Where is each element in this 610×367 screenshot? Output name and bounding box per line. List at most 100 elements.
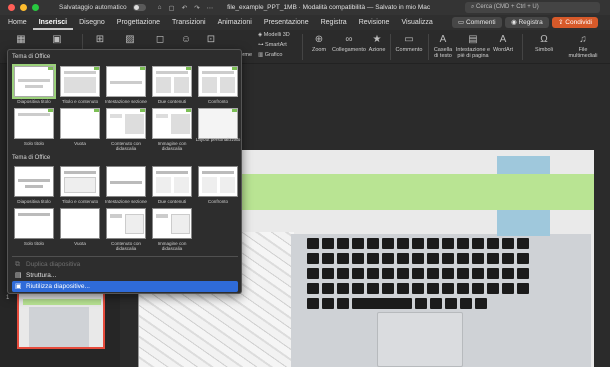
new-slide-icon: ▦: [16, 34, 26, 45]
layout-confronto[interactable]: [198, 166, 238, 197]
wordart-button[interactable]: A WordArt: [490, 34, 516, 53]
layout-personalizzato[interactable]: [198, 108, 238, 139]
tab-presentazione[interactable]: Presentazione: [258, 15, 315, 30]
autosave-toggle[interactable]: [132, 4, 146, 11]
symbols-button[interactable]: Ω Simboli: [530, 34, 558, 53]
table-button[interactable]: ⊞: [90, 34, 110, 47]
share-button[interactable]: ⇪ Condividi: [552, 17, 599, 28]
layout-label: Immagine con didascalia: [157, 241, 187, 251]
icons-icon: ☺: [180, 34, 192, 45]
home-icon[interactable]: ⌂: [158, 4, 162, 12]
layout-label: Due contenuti: [157, 199, 187, 204]
chart-button[interactable]: ▥ Grafico: [258, 52, 314, 58]
layout-label: Due contenuti: [157, 99, 187, 104]
slide-thumbnail[interactable]: [17, 291, 105, 349]
layout-label: Intestazione sezione: [105, 99, 147, 104]
action-button[interactable]: ★ Azione: [366, 34, 388, 53]
zoom-icon: ⊕: [314, 34, 324, 45]
tab-animazioni[interactable]: Animazioni: [212, 15, 258, 30]
layout-solo-titolo[interactable]: [14, 208, 54, 239]
keyboard-row: [307, 253, 529, 264]
models3d-button[interactable]: ◈ Modelli 3D: [258, 32, 314, 38]
menu-divider: [12, 256, 238, 257]
close-window-button[interactable]: [8, 4, 15, 11]
header-footer-button[interactable]: ▤ Intestazione e piè di pagina: [455, 34, 491, 59]
record-button[interactable]: ◉ Registra: [505, 17, 549, 28]
outline-item[interactable]: ▤ Struttura...: [12, 270, 238, 281]
link-icon: ∞: [345, 34, 353, 45]
chart-icon: ▥: [258, 52, 265, 58]
keyboard-row: [307, 268, 529, 279]
reuse-icon: ▣: [15, 283, 22, 290]
layout-solo-titolo[interactable]: [14, 108, 54, 139]
tab-home[interactable]: Home: [2, 15, 33, 30]
tab-visualizza[interactable]: Visualizza: [395, 15, 438, 30]
tab-revisione[interactable]: Revisione: [353, 15, 396, 30]
layout-titolo-contenuto[interactable]: [60, 166, 100, 197]
shapes-gallery-button[interactable]: ◻: [150, 34, 170, 47]
keyboard-row: [307, 283, 529, 294]
more-icon[interactable]: ⋯: [207, 4, 214, 12]
link-button[interactable]: ∞ Collegamento: [331, 34, 367, 53]
layout-immagine-didascalia[interactable]: [152, 108, 192, 139]
comments-button[interactable]: ▭ Commenti: [452, 17, 502, 28]
zoom-window-button[interactable]: [32, 4, 39, 11]
layout-label: Solo titolo: [23, 241, 45, 246]
layout-immagine-didascalia[interactable]: [152, 208, 192, 239]
save-icon[interactable]: ▢: [169, 4, 175, 12]
ribbon-tabs: Home Inserisci Disegno Progettazione Tra…: [0, 15, 610, 30]
autosave-label: Salvataggio automatico: [59, 4, 127, 11]
layout-label: Contenuto con didascalia: [111, 241, 141, 251]
layout-label: Immagine con didascalia: [157, 141, 187, 151]
layout-label: Layout personalizzato: [195, 137, 241, 142]
screenshot-button[interactable]: ⊡: [201, 34, 221, 47]
layout-label: Confronto: [207, 199, 229, 204]
layout-contenuto-didascalia[interactable]: [106, 208, 146, 239]
textbox-button[interactable]: A Casella di testo: [432, 34, 454, 59]
redo-icon[interactable]: ↷: [194, 4, 199, 12]
media-button[interactable]: ♫ File multimediali: [566, 34, 600, 59]
screenshot-icon: ⊡: [206, 34, 216, 45]
omega-icon: Ω: [540, 34, 548, 45]
tab-registra[interactable]: Registra: [315, 15, 353, 30]
layout-label: Solo titolo: [23, 141, 45, 146]
layout-label: Titolo e contenuto: [61, 99, 99, 104]
picture-icon: ▨: [125, 34, 135, 45]
layout-titolo-contenuto[interactable]: [60, 66, 100, 97]
layout-due-contenuti[interactable]: [152, 66, 192, 97]
layout-vuota[interactable]: [60, 208, 100, 239]
reuse-slides-item[interactable]: ▣ Riutilizza diapositive...: [12, 281, 238, 292]
comment-icon: ▭: [458, 19, 466, 26]
tab-progettazione[interactable]: Progettazione: [111, 15, 166, 30]
layout-contenuto-didascalia[interactable]: [106, 108, 146, 139]
speaker-icon: ♫: [579, 34, 587, 45]
comment-insert-button[interactable]: ▭ Commento: [394, 34, 424, 53]
tab-disegno[interactable]: Disegno: [73, 15, 111, 30]
tab-transizioni[interactable]: Transizioni: [166, 15, 212, 30]
layout-diapositiva-titolo[interactable]: [14, 166, 54, 197]
layout-label: Intestazione sezione: [105, 199, 147, 204]
layout-diapositiva-titolo[interactable]: [12, 64, 56, 99]
thumbnail-number: 1: [6, 295, 10, 301]
tab-inserisci[interactable]: Inserisci: [32, 15, 74, 30]
layout-intestazione-sezione[interactable]: [106, 66, 146, 97]
powerpoint-window: Salvataggio automatico ⌂ ▢ ↶ ↷ ⋯ file_ex…: [0, 0, 610, 367]
layout-label: Confronto: [207, 99, 229, 104]
undo-icon[interactable]: ↶: [182, 4, 187, 12]
layout-due-contenuti[interactable]: [152, 166, 192, 197]
layout-confronto[interactable]: [198, 66, 238, 97]
title-bar: Salvataggio automatico ⌂ ▢ ↶ ↷ ⋯ file_ex…: [0, 0, 610, 15]
minimize-window-button[interactable]: [20, 4, 27, 11]
icons-button[interactable]: ☺: [176, 34, 196, 47]
layout-intestazione-sezione[interactable]: [106, 166, 146, 197]
search-input[interactable]: ⌕ Cerca (CMD + Ctrl + U): [465, 2, 600, 13]
keyboard-row: [307, 298, 487, 309]
reuse-slides-button[interactable]: ▣: [46, 34, 68, 47]
new-slide-button[interactable]: ▦: [10, 34, 32, 47]
layout-vuota[interactable]: [60, 108, 100, 139]
pictures-button[interactable]: ▨: [120, 34, 140, 47]
zoom-button[interactable]: ⊕ Zoom: [308, 34, 330, 53]
gallery-section-title: Tema di Office: [12, 155, 51, 161]
slide-reuse-icon: ▣: [52, 34, 62, 45]
smartart-button[interactable]: ⊶ SmartArt: [258, 42, 314, 48]
